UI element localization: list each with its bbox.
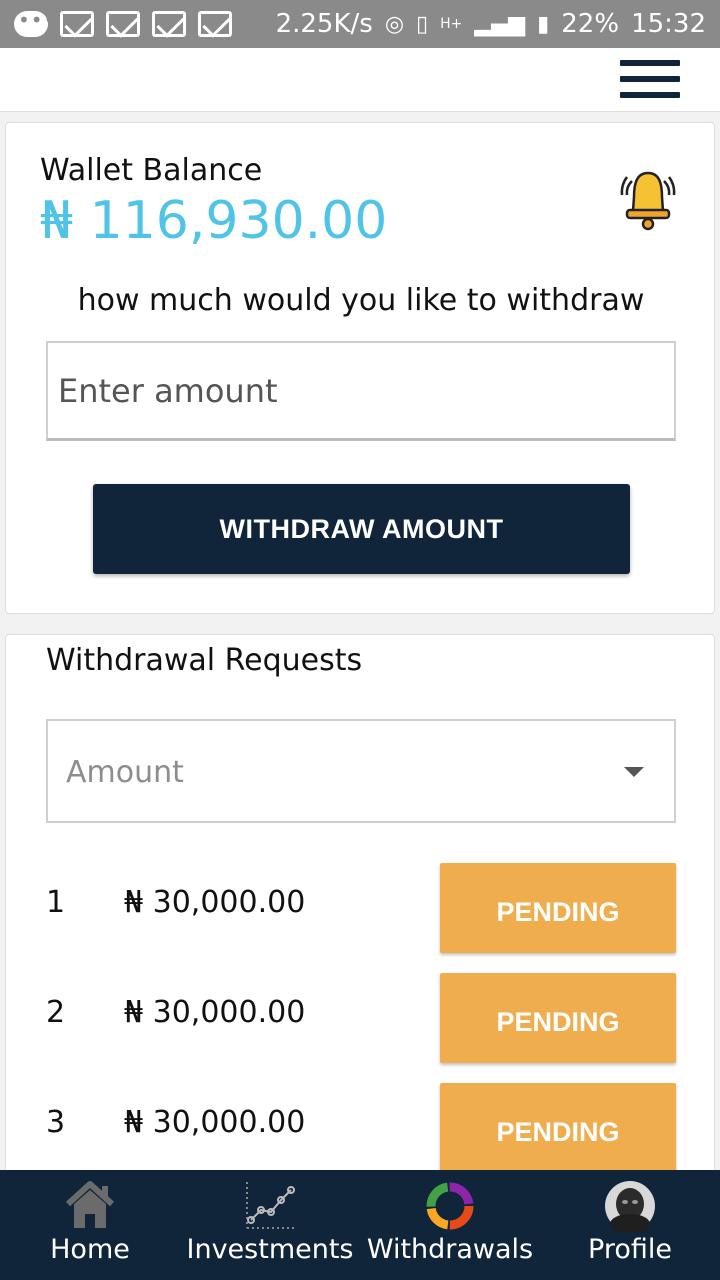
mail-icon [152, 11, 186, 37]
pending-status-button[interactable]: PENDING [440, 1083, 676, 1173]
avatar [605, 1181, 655, 1232]
withdraw-amount-button[interactable]: WITHDRAW AMOUNT [93, 484, 630, 574]
hamburger-menu-icon[interactable] [620, 60, 680, 100]
wallet-card: Wallet Balance ₦ 116,930.00 how much wou… [5, 122, 715, 614]
withdrawal-requests-card: Withdrawal Requests Amount 1 ₦ 30,000.00… [5, 634, 715, 1194]
bottom-navigation: Home Investments Withdrawals Profile [0, 1170, 720, 1280]
withdraw-prompt: how much would you like to withdraw [77, 283, 645, 318]
wallet-balance-label: Wallet Balance [40, 153, 263, 188]
nav-home-label: Home [50, 1234, 130, 1265]
mail-icon [106, 11, 140, 37]
request-index: 3 [46, 1105, 66, 1140]
nav-profile[interactable]: Profile [540, 1170, 720, 1280]
request-index: 2 [46, 995, 66, 1030]
clock: 15:32 [631, 9, 706, 39]
chart-line-icon [246, 1182, 295, 1229]
signal-icon: ▂▄▆ [474, 11, 526, 37]
nav-withdrawals[interactable]: Withdrawals [360, 1170, 540, 1280]
battery-level: 22% [561, 9, 620, 39]
status-bar: 2.25K/s ◎ ▯ H+ ▂▄▆ ▮ 22% 15:32 [0, 0, 720, 48]
sort-select-value: Amount [66, 755, 184, 790]
request-row: 2 ₦ 30,000.00 PENDING [6, 973, 716, 1063]
hotspot-icon: ◎ [384, 11, 405, 37]
mail-icon [198, 11, 232, 37]
request-index: 1 [46, 885, 66, 920]
chevron-down-icon [624, 767, 644, 777]
network-speed: 2.25K/s [275, 9, 373, 39]
vibrate-icon: ▯ [416, 11, 429, 37]
home-icon [65, 1181, 115, 1228]
donut-icon [426, 1182, 474, 1230]
nav-withdrawals-label: Withdrawals [366, 1234, 534, 1265]
request-amount: ₦ 30,000.00 [124, 995, 306, 1030]
sort-select[interactable]: Amount [46, 719, 676, 823]
app-bar [0, 48, 720, 112]
request-row: 3 ₦ 30,000.00 PENDING [6, 1083, 716, 1173]
pending-status-button[interactable]: PENDING [440, 863, 676, 953]
nav-home[interactable]: Home [0, 1170, 180, 1280]
request-row: 1 ₦ 30,000.00 PENDING [6, 863, 716, 953]
amount-input[interactable] [46, 341, 676, 441]
requests-title: Withdrawal Requests [46, 643, 363, 678]
request-amount: ₦ 30,000.00 [124, 1105, 306, 1140]
mail-icon [60, 11, 94, 37]
battery-icon: ▮ [537, 11, 550, 37]
pending-status-button[interactable]: PENDING [440, 973, 676, 1063]
wallet-balance-amount: ₦ 116,930.00 [40, 191, 388, 251]
request-amount: ₦ 30,000.00 [124, 885, 306, 920]
nav-investments[interactable]: Investments [180, 1170, 360, 1280]
nav-investments-label: Investments [186, 1234, 354, 1265]
network-type: H+ [440, 16, 463, 32]
bell-icon[interactable] [618, 167, 678, 233]
nav-profile-label: Profile [588, 1234, 672, 1265]
chat-icon [14, 8, 56, 37]
